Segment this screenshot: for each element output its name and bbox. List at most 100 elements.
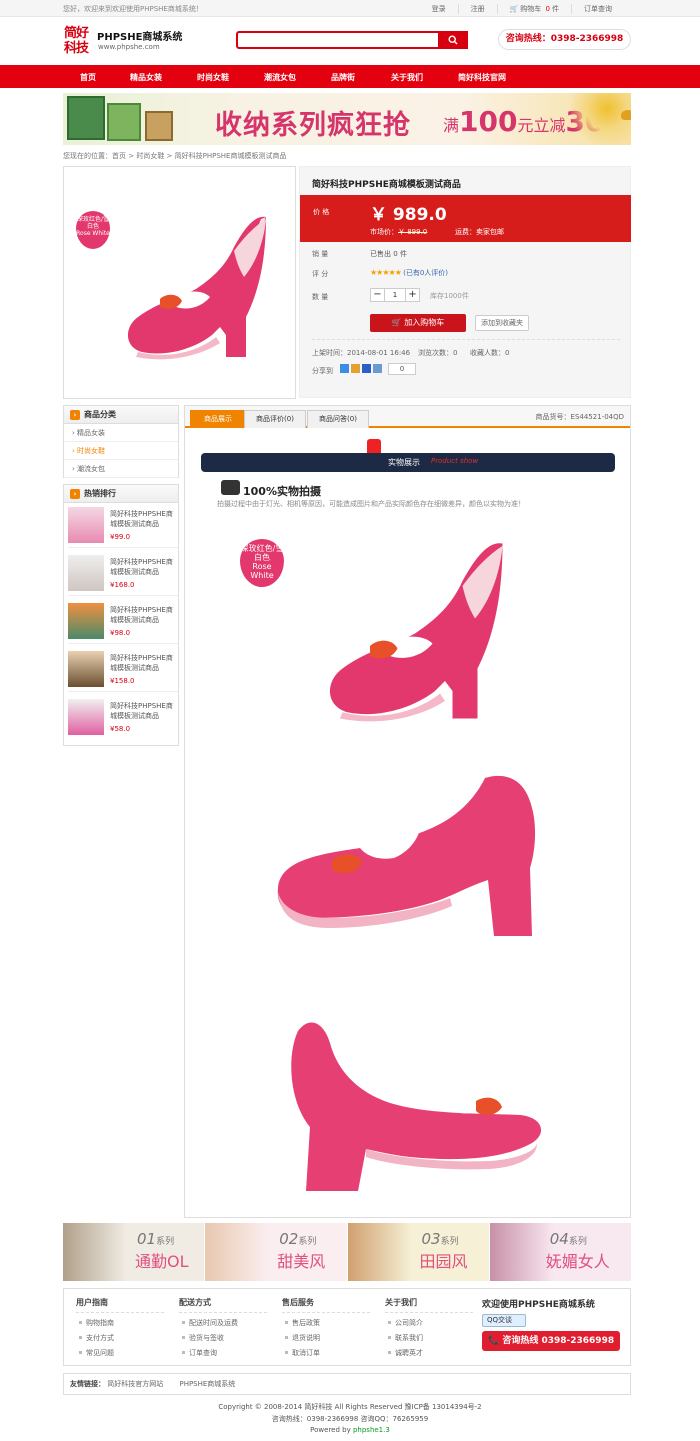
cart-link[interactable]: 🛒 购物车 0件 bbox=[496, 4, 571, 14]
listed-time: 上架时间：2014-08-01 16:46 bbox=[312, 349, 411, 357]
contact-line: 咨询热线：0398-2366998 咨询QQ：76265959 bbox=[271, 1415, 429, 1423]
nav-home[interactable]: 首页 bbox=[80, 72, 96, 83]
category-item[interactable]: › 精品女装 bbox=[64, 424, 178, 442]
series-item[interactable]: 03系列 田园风 bbox=[347, 1223, 490, 1281]
qty-input[interactable]: 1 bbox=[384, 289, 406, 301]
shoe-photo-front bbox=[329, 543, 503, 722]
hot-item[interactable]: 简好科技PHPSHE商城模板测试商品 ¥99.0 bbox=[68, 504, 178, 548]
camera-icon bbox=[221, 480, 240, 495]
storage-box-image bbox=[145, 111, 173, 141]
footer-link[interactable]: 配送时间及运费 bbox=[179, 1318, 279, 1328]
footer-link[interactable]: 退货说明 bbox=[282, 1333, 382, 1343]
price-value: ￥ 989.0 bbox=[370, 205, 447, 225]
category-item[interactable]: › 潮流女包 bbox=[64, 460, 178, 478]
search-input[interactable] bbox=[236, 31, 468, 49]
real-shot-note: 拍摄过程中由于灯光、相机等原因，可能造成图片和产品实际颜色存在细微差异，颜色以实… bbox=[217, 500, 525, 508]
nav-about[interactable]: 关于我们 bbox=[391, 72, 423, 83]
copyright: Copyright © 2008-2014 简好科技 All Rights Re… bbox=[218, 1403, 482, 1411]
share-weibo-icon[interactable] bbox=[351, 364, 360, 373]
cart-count: 0 bbox=[545, 5, 550, 13]
tab-questions[interactable]: 商品问答(0) bbox=[307, 410, 369, 428]
footer-col: 配送方式 配送时间及运费 验货与签收 订单查询 bbox=[179, 1297, 279, 1358]
footer-link[interactable]: 订单查询 bbox=[179, 1348, 279, 1358]
footer-link[interactable]: 售后政策 bbox=[282, 1318, 382, 1328]
footer-link[interactable]: 取消订单 bbox=[282, 1348, 382, 1358]
site-url: www.phpshe.com bbox=[98, 43, 160, 51]
real-shot-title: 100%实物拍摄 bbox=[243, 485, 321, 498]
shoe-image bbox=[127, 216, 266, 360]
hot-item[interactable]: 简好科技PHPSHE商城模板测试商品 ¥158.0 bbox=[68, 648, 178, 692]
search-button[interactable] bbox=[438, 31, 468, 49]
price-box: 价 格 ￥ 989.0 市场价：￥ 899.0 运费：卖家包邮 bbox=[300, 195, 631, 242]
qty-plus-button[interactable]: + bbox=[406, 289, 419, 301]
footer-link[interactable]: 验货与签收 bbox=[179, 1333, 279, 1343]
footer-link[interactable]: 联系我们 bbox=[385, 1333, 485, 1343]
quantity-stepper: − 1 + bbox=[370, 288, 420, 302]
detail-tabs: 商品展示 商品评价(0) 商品问答(0) 商品货号：ES44521-04QD bbox=[185, 406, 630, 428]
hot-item-thumb bbox=[68, 603, 104, 639]
category-item[interactable]: › 时尚女鞋 bbox=[64, 442, 178, 460]
series-banner: 01系列 通勤OL 02系列 甜美风 03系列 田园风 04系列 妩媚女人 bbox=[63, 1223, 631, 1281]
footer-col: 用户指南 购物指南 支付方式 常见问题 bbox=[76, 1297, 176, 1358]
tab-show[interactable]: 商品展示 bbox=[190, 410, 246, 428]
footer-link[interactable]: 诚聘英才 bbox=[385, 1348, 485, 1358]
login-link[interactable]: 登录 bbox=[420, 4, 458, 14]
butterfly-icon bbox=[621, 110, 631, 120]
qq-chat-button[interactable]: QQ交谈 bbox=[482, 1314, 526, 1327]
order-query-link[interactable]: 订单查询 bbox=[571, 4, 624, 14]
hot-item[interactable]: 简好科技PHPSHE商城模板测试商品 ¥168.0 bbox=[68, 552, 178, 596]
show-title-bar: 实物展示 Product show bbox=[201, 453, 615, 472]
hot-item[interactable]: 简好科技PHPSHE商城模板测试商品 ¥98.0 bbox=[68, 600, 178, 644]
series-item[interactable]: 04系列 妩媚女人 bbox=[489, 1223, 631, 1281]
header-hotline: 咨询热线：0398-2366998 bbox=[498, 29, 631, 50]
product-main-image[interactable]: 深玫红色/雪白色 Rose White bbox=[63, 166, 296, 399]
friend-link[interactable]: 简好科技官方网站 bbox=[107, 1380, 163, 1388]
add-to-cart-button[interactable]: 🛒 加入购物车 bbox=[370, 314, 466, 332]
category-header: › 商品分类 bbox=[64, 406, 178, 424]
share-qzone-icon[interactable] bbox=[340, 364, 349, 373]
powered-by: Powered by phpshe1.3 bbox=[310, 1426, 390, 1434]
arrow-icon: › bbox=[70, 488, 80, 499]
welcome-text: 您好，欢迎来到欢迎使用PHPSHE商城系统！ bbox=[63, 5, 203, 13]
footer-col: 售后服务 售后政策 退货说明 取消订单 bbox=[282, 1297, 382, 1358]
add-favorite-button[interactable]: 添加到收藏夹 bbox=[475, 315, 529, 331]
hot-item-thumb bbox=[68, 555, 104, 591]
footer-link[interactable]: 常见问题 bbox=[76, 1348, 176, 1358]
series-item[interactable]: 01系列 通勤OL bbox=[63, 1223, 206, 1281]
storage-box-image bbox=[67, 96, 105, 140]
footer-hotline: 📞 咨询热线 0398-2366998 bbox=[482, 1331, 620, 1351]
color-tag: 深玫红色/雪白色 Rose White bbox=[76, 211, 110, 249]
friend-link[interactable]: PHPSHE商城系统 bbox=[179, 1380, 235, 1388]
stock-text: 库存1000件 bbox=[430, 292, 469, 300]
rating-link[interactable]: (已有0人评价) bbox=[403, 269, 448, 277]
product-title: 简好科技PHPSHE商城模板测试商品 bbox=[312, 180, 461, 190]
footer-link[interactable]: 公司简介 bbox=[385, 1318, 485, 1328]
footer-link[interactable]: 支付方式 bbox=[76, 1333, 176, 1343]
register-link[interactable]: 注册 bbox=[457, 4, 497, 14]
hot-ranking-box: › 热销排行 简好科技PHPSHE商城模板测试商品 ¥99.0 简好科技PHPSH… bbox=[63, 484, 179, 746]
share-more-icon[interactable] bbox=[373, 364, 382, 373]
promo-banner[interactable]: 收纳系列疯狂抢 满100元立减30 bbox=[63, 93, 631, 145]
nav-brand-street[interactable]: 品牌街 bbox=[331, 72, 355, 83]
friend-links: 友情链接： 简好科技官方网站 PHPSHE商城系统 bbox=[63, 1373, 631, 1395]
phone-icon: 📞 bbox=[488, 1336, 503, 1346]
share-baidu-icon[interactable] bbox=[362, 364, 371, 373]
nav-official-site[interactable]: 简好科技官网 bbox=[458, 72, 506, 83]
nav-women-clothing[interactable]: 精品女装 bbox=[130, 72, 162, 83]
shipping-info: 运费：卖家包邮 bbox=[455, 228, 504, 236]
site-name: PHPSHE商城系统 bbox=[97, 32, 183, 43]
hot-item-thumb bbox=[68, 507, 104, 543]
tab-reviews[interactable]: 商品评价(0) bbox=[244, 410, 306, 428]
series-item[interactable]: 02系列 甜美风 bbox=[205, 1223, 348, 1281]
top-links: 登录 注册 🛒 购物车 0件 订单查询 bbox=[420, 4, 624, 14]
powered-link[interactable]: phpshe1.3 bbox=[353, 1426, 390, 1434]
footer-welcome: 欢迎使用PHPSHE商城系统 bbox=[482, 1300, 595, 1310]
market-price: 市场价：￥ 899.0 bbox=[370, 228, 428, 236]
nav-women-shoes[interactable]: 时尚女鞋 bbox=[197, 72, 229, 83]
qty-minus-button[interactable]: − bbox=[371, 289, 384, 301]
logo[interactable]: 简好科技 bbox=[64, 26, 96, 56]
hot-item[interactable]: 简好科技PHPSHE商城模板测试商品 ¥58.0 bbox=[68, 696, 178, 740]
footer-link[interactable]: 购物指南 bbox=[76, 1318, 176, 1328]
qty-label: 数 量 bbox=[312, 293, 329, 301]
nav-bags[interactable]: 潮流女包 bbox=[264, 72, 296, 83]
